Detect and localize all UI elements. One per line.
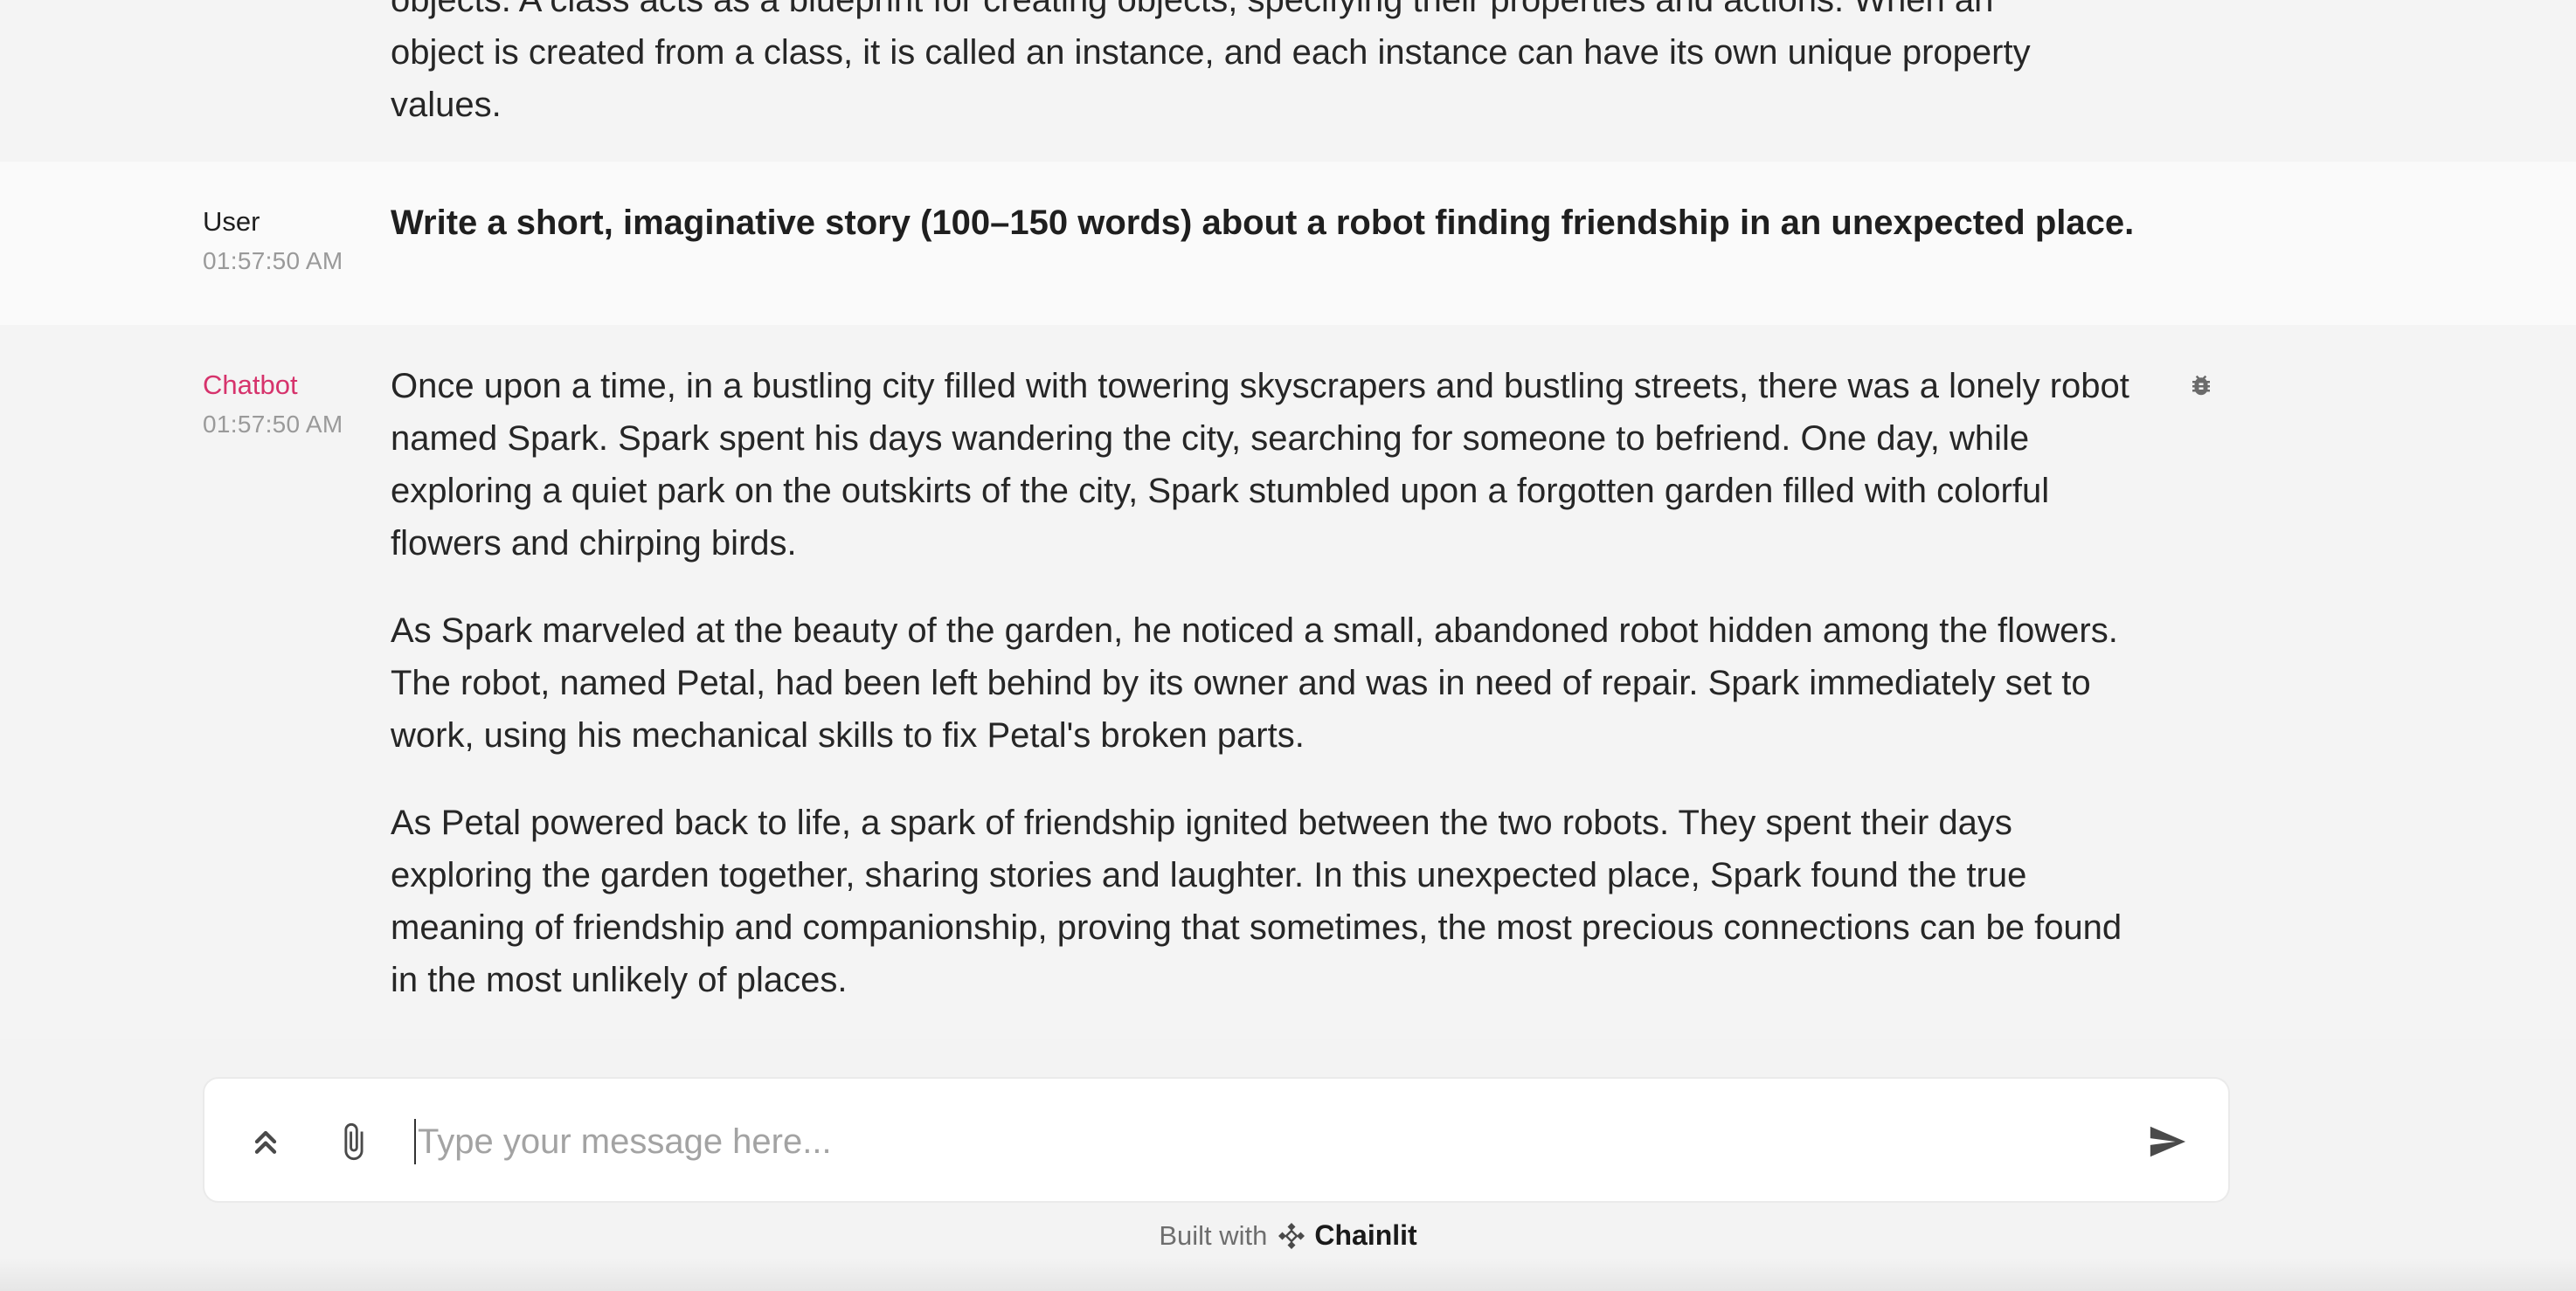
message-input[interactable] xyxy=(418,1110,2113,1173)
previous-message: objects. A class acts as a blueprint for… xyxy=(0,0,2576,162)
built-with-label: Built with xyxy=(1159,1219,1268,1251)
footer: Built with Chainlit xyxy=(0,1219,2576,1252)
message-timestamp: 01:57:50 AM xyxy=(203,247,343,274)
previous-message-content: objects. A class acts as a blueprint for… xyxy=(391,0,2147,131)
message-composer xyxy=(203,1077,2230,1203)
text-caret xyxy=(414,1119,416,1164)
message-author: User xyxy=(203,206,260,237)
bottom-shade xyxy=(0,1258,2576,1291)
previous-message-line: objects. A class acts as a blueprint for… xyxy=(391,0,1994,19)
chat-page: objects. A class acts as a blueprint for… xyxy=(0,0,2576,1291)
debug-button[interactable] xyxy=(2185,369,2218,402)
history-button[interactable] xyxy=(245,1121,287,1163)
bug-icon xyxy=(2192,375,2210,396)
chatbot-message-meta: Chatbot 01:57:50 AM xyxy=(203,369,343,438)
message-timestamp: 01:57:50 AM xyxy=(203,411,343,438)
user-message-content: Write a short, imaginative story (100–15… xyxy=(391,197,2147,249)
message-paragraph: As Spark marveled at the beauty of the g… xyxy=(391,611,2118,755)
message-paragraph: Once upon a time, in a bustling city fil… xyxy=(391,367,2129,563)
message-paragraph: As Petal powered back to life, a spark o… xyxy=(391,804,2122,999)
paperclip-icon xyxy=(344,1122,364,1161)
chainlit-logo-icon xyxy=(1278,1222,1305,1249)
chainlit-link[interactable]: Chainlit xyxy=(1276,1219,1417,1252)
user-message-meta: User 01:57:50 AM xyxy=(203,205,343,275)
previous-message-line: values. xyxy=(391,86,502,124)
chevrons-up-icon xyxy=(254,1130,277,1154)
chatbot-message: Chatbot 01:57:50 AM Once upon a time, in… xyxy=(0,325,2576,1039)
attach-button[interactable] xyxy=(332,1121,374,1163)
brand-name: Chainlit xyxy=(1314,1219,1417,1251)
chatbot-message-content: Once upon a time, in a bustling city fil… xyxy=(391,360,2147,1006)
user-message-text: Write a short, imaginative story (100–15… xyxy=(391,204,2135,242)
send-button[interactable] xyxy=(2146,1121,2188,1163)
user-message: User 01:57:50 AM Write a short, imaginat… xyxy=(0,162,2576,325)
previous-message-line: object is created from a class, it is ca… xyxy=(391,33,2031,72)
message-author: Chatbot xyxy=(203,369,298,400)
send-icon xyxy=(2150,1126,2186,1157)
